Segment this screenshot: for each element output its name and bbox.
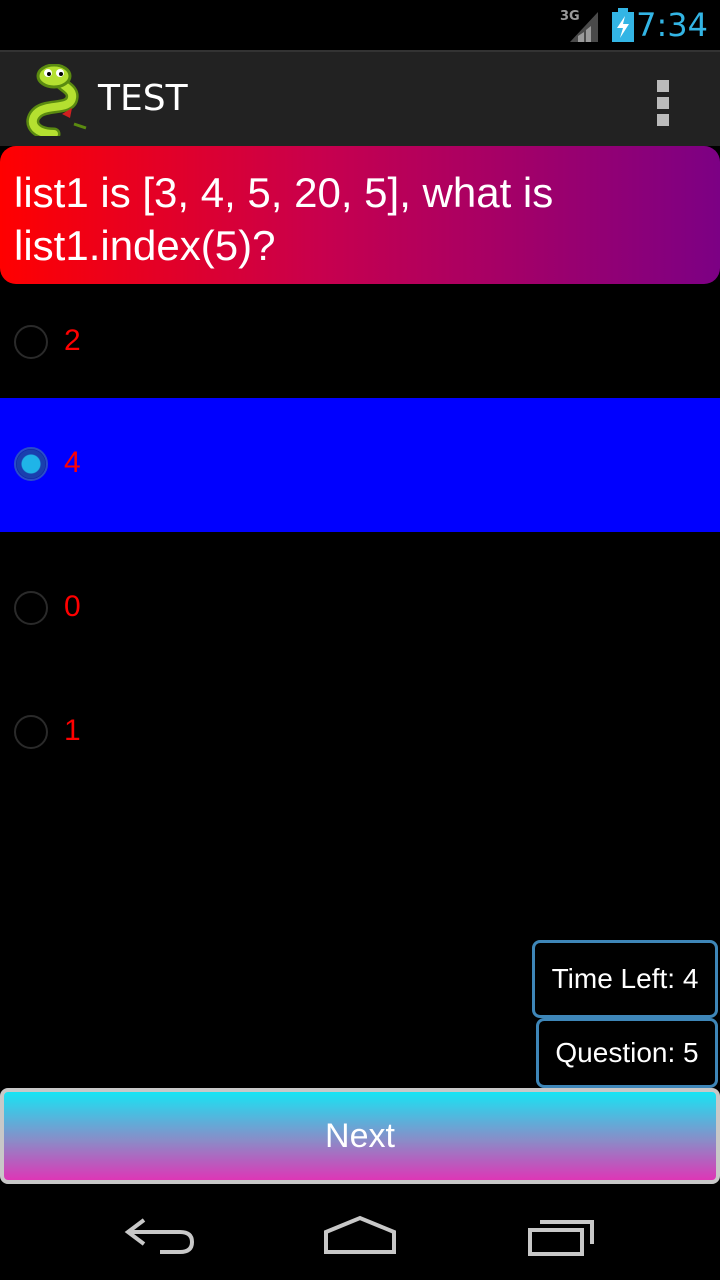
answer-option-label: 2: [64, 324, 81, 357]
answer-option-2[interactable]: 4: [0, 398, 720, 532]
app-title: TEST: [98, 78, 188, 119]
radio-button[interactable]: [14, 591, 48, 625]
answer-option-label: 0: [64, 590, 81, 623]
snake-logo-icon: [26, 64, 87, 136]
status-bar: 3G 7:34: [0, 0, 720, 50]
overflow-menu-icon[interactable]: [650, 76, 676, 126]
answer-option-label: 1: [64, 714, 81, 747]
home-icon[interactable]: [322, 1214, 398, 1258]
time-left-badge: Time Left: 4: [532, 940, 718, 1018]
network-type-label: 3G: [560, 9, 580, 24]
signal-3g-icon: 3G: [560, 9, 598, 42]
question-text: list1 is [3, 4, 5, 20, 5], what is list1…: [14, 169, 554, 269]
answer-option-label: 4: [64, 446, 81, 479]
clock: 7:34: [636, 6, 708, 44]
answer-option-3[interactable]: 0: [0, 548, 720, 668]
answer-option-1[interactable]: 2: [0, 284, 720, 398]
radio-button[interactable]: [14, 715, 48, 749]
next-button[interactable]: Next: [0, 1088, 720, 1184]
recent-apps-icon[interactable]: [526, 1214, 598, 1258]
question-card: list1 is [3, 4, 5, 20, 5], what is list1…: [0, 146, 720, 284]
radio-button[interactable]: [14, 325, 48, 359]
time-left-text: Time Left: 4: [551, 963, 699, 994]
action-bar: TEST: [0, 50, 720, 146]
battery-charging-icon: [612, 8, 634, 42]
radio-button-selected[interactable]: [14, 447, 48, 481]
back-icon[interactable]: [124, 1214, 196, 1258]
navigation-bar: [0, 1188, 720, 1280]
question-number-badge: Question: 5: [536, 1018, 718, 1088]
question-number-text: Question: 5: [555, 1037, 699, 1068]
answer-option-4[interactable]: 1: [0, 672, 720, 792]
